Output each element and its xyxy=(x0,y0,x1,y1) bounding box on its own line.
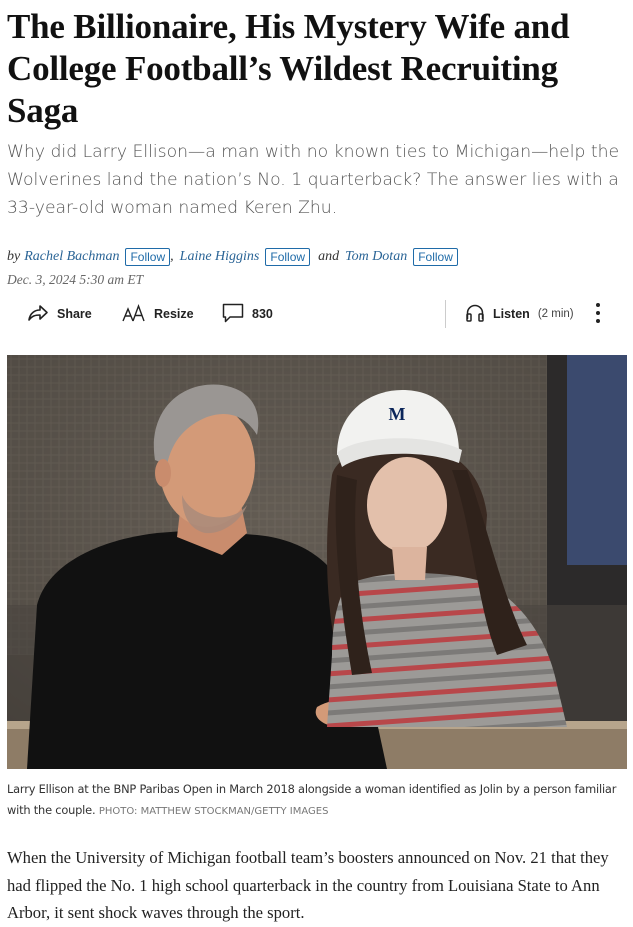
resize-label: Resize xyxy=(154,307,194,321)
more-options-button[interactable] xyxy=(593,298,611,330)
listen-button[interactable]: Listen (2 min) xyxy=(465,298,574,330)
publish-date: Dec. 3, 2024 5:30 am ET xyxy=(7,272,144,287)
article-toolbar: Share Resize 830 Listen (2 min) xyxy=(0,298,633,330)
author-link-tom-dotan[interactable]: Tom Dotan xyxy=(345,249,407,265)
article-photo: M xyxy=(7,355,627,769)
toolbar-divider xyxy=(445,300,446,328)
article-body-paragraph: When the University of Michigan football… xyxy=(7,848,609,922)
author-link-rachel-bachman[interactable]: Rachel Bachman xyxy=(24,249,119,265)
share-icon xyxy=(27,304,57,325)
dek-subheadline: Why did Larry Ellison—a man with no know… xyxy=(7,142,620,218)
follow-button-rachel-bachman[interactable]: Follow xyxy=(125,248,171,266)
share-button[interactable]: Share xyxy=(27,298,92,330)
author-link-laine-higgins[interactable]: Laine Higgins xyxy=(180,249,260,265)
more-vertical-icon xyxy=(595,302,609,327)
headphones-icon xyxy=(465,303,493,326)
photo-caption: Larry Ellison at the BNP Paribas Open in… xyxy=(7,779,631,822)
byline: by Rachel Bachman Follow , Laine Higgins… xyxy=(7,246,627,268)
photo-credit: PHOTO: MATTHEW STOCKMAN/GETTY IMAGES xyxy=(98,806,329,817)
listen-label: Listen xyxy=(493,307,530,321)
resize-button[interactable]: Resize xyxy=(122,298,194,330)
comments-count: 830 xyxy=(252,307,273,321)
comment-icon xyxy=(222,303,252,326)
byline-conjunction: and xyxy=(318,249,340,264)
listen-duration: (2 min) xyxy=(537,308,574,320)
headline: The Billionaire, His Mystery Wife and Co… xyxy=(7,7,570,130)
cap-michigan-logo: M xyxy=(389,404,406,424)
share-label: Share xyxy=(57,307,92,321)
resize-icon xyxy=(122,303,154,326)
byline-separator: , xyxy=(170,249,174,264)
follow-button-laine-higgins[interactable]: Follow xyxy=(265,248,311,266)
follow-button-tom-dotan[interactable]: Follow xyxy=(413,248,458,266)
comments-button[interactable]: 830 xyxy=(222,298,273,330)
byline-prefix: by xyxy=(7,249,21,264)
